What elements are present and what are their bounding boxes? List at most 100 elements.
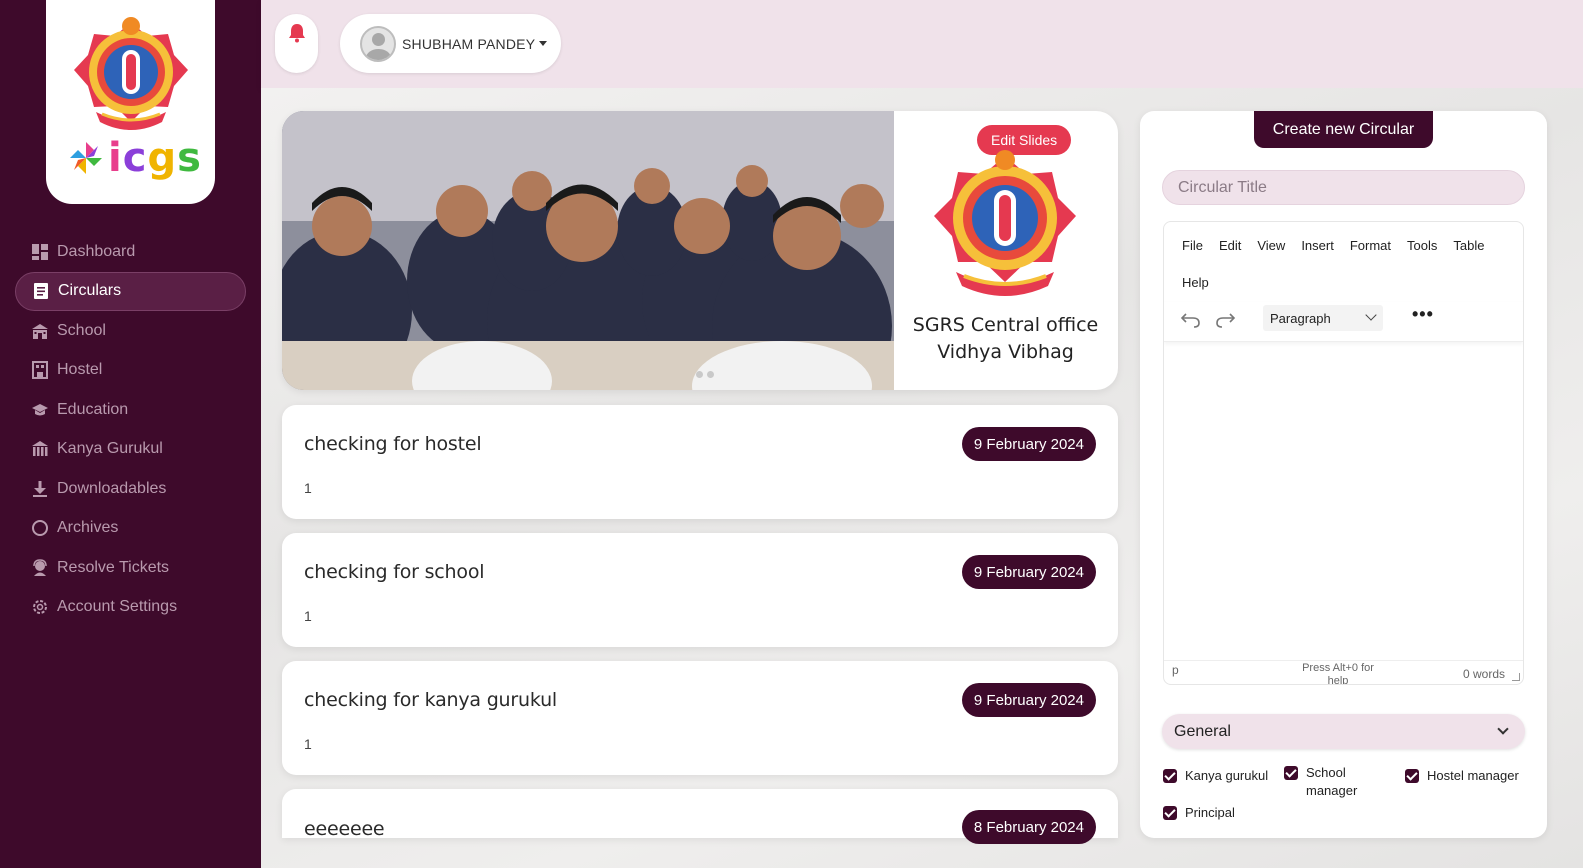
checkbox-label: School manager xyxy=(1306,765,1358,798)
gear-icon xyxy=(30,598,49,617)
sidebar-item-label: Circulars xyxy=(58,282,122,300)
user-name: SHUBHAM PANDEY xyxy=(402,35,536,52)
sidebar-item-label: Dashboard xyxy=(57,242,136,260)
circular-date-badge: 8 February 2024 xyxy=(961,810,1096,844)
circular-card[interactable]: checking for hostel 9 February 2024 1 xyxy=(282,405,1118,519)
sidebar-item-label: Archives xyxy=(57,519,119,537)
circular-card[interactable]: checking for kanya gurukul 9 February 20… xyxy=(282,661,1118,775)
circular-date-badge: 9 February 2024 xyxy=(961,683,1096,717)
notifications-button[interactable] xyxy=(275,14,318,73)
sidebar-item-dashboard[interactable]: Dashboard xyxy=(15,232,246,272)
circular-body: 1 xyxy=(304,736,312,752)
sidebar-item-hostel[interactable]: Hostel xyxy=(15,351,246,391)
sidebar: icgs Dashboard Circulars School Hostel E… xyxy=(0,0,261,868)
circular-card[interactable]: checking for school 9 February 2024 1 xyxy=(282,533,1118,647)
circular-title: checking for kanya gurukul xyxy=(304,689,557,711)
menu-format[interactable]: Format xyxy=(1342,234,1399,271)
undo-icon[interactable] xyxy=(1180,308,1202,330)
sidebar-item-label: Account Settings xyxy=(57,598,178,616)
resize-handle-icon[interactable] xyxy=(1512,673,1520,681)
sidebar-item-education[interactable]: Education xyxy=(15,390,246,430)
sidebar-item-label: Education xyxy=(57,400,129,418)
sidebar-item-label: Downloadables xyxy=(57,479,167,497)
rich-text-editor: File Edit View Insert Format Tools Table… xyxy=(1163,221,1524,685)
checkbox-checked-icon[interactable] xyxy=(1163,769,1177,783)
block-format-value: Paragraph xyxy=(1270,310,1331,326)
user-menu-button[interactable]: SHUBHAM PANDEY xyxy=(340,14,561,73)
institution-emblem-logo xyxy=(74,17,188,130)
logo-card: icgs xyxy=(46,0,215,204)
word-count[interactable]: 0 words xyxy=(1463,667,1505,681)
menu-table[interactable]: Table xyxy=(1445,234,1492,271)
sidebar-nav: Dashboard Circulars School Hostel Educat… xyxy=(15,232,246,627)
editor-statusbar: p Press Alt+0 for help 0 words xyxy=(1164,660,1523,684)
sidebar-item-label: Kanya Gurukul xyxy=(57,440,163,458)
menu-insert[interactable]: Insert xyxy=(1293,234,1342,271)
support-icon xyxy=(30,558,49,577)
slide-indicators[interactable] xyxy=(696,371,714,378)
redo-icon[interactable] xyxy=(1214,308,1236,330)
checkbox-label: Hostel manager xyxy=(1427,768,1519,783)
circular-card[interactable]: eeeeeee 8 February 2024 xyxy=(282,789,1118,844)
dashboard-icon xyxy=(30,242,49,261)
slide-dot[interactable] xyxy=(696,371,703,378)
audience-select-value: General xyxy=(1174,722,1231,740)
accessibility-help-hint: Press Alt+0 for help xyxy=(1302,662,1374,684)
checkbox-checked-icon[interactable] xyxy=(1284,766,1298,780)
sidebar-item-account-settings[interactable]: Account Settings xyxy=(15,588,246,628)
checkbox-checked-icon[interactable] xyxy=(1163,806,1177,820)
checkbox-label: Principal xyxy=(1185,805,1235,820)
school-icon xyxy=(30,321,49,340)
org-name-line1: SGRS Central office xyxy=(912,314,1099,336)
editor-content-area[interactable] xyxy=(1164,344,1523,660)
organization-name: SGRS Central office Vidhya Vibhag xyxy=(893,312,1118,366)
graduation-cap-icon xyxy=(30,400,49,419)
circular-title: eeeeeee xyxy=(304,818,385,840)
checkbox-principal[interactable]: Principal xyxy=(1163,804,1235,822)
menu-tools[interactable]: Tools xyxy=(1399,234,1445,271)
chevron-down-icon xyxy=(1497,723,1509,735)
circular-title: checking for school xyxy=(304,561,485,583)
sidebar-item-label: School xyxy=(57,321,106,339)
students-classroom-photo xyxy=(282,111,894,390)
banner-photo xyxy=(282,111,894,390)
sidebar-item-label: Resolve Tickets xyxy=(57,558,170,576)
sidebar-item-resolve-tickets[interactable]: Resolve Tickets xyxy=(15,548,246,588)
circular-date-badge: 9 February 2024 xyxy=(961,555,1096,589)
checkbox-school-manager[interactable]: School manager xyxy=(1284,764,1374,800)
sidebar-item-circulars[interactable]: Circulars xyxy=(15,271,246,311)
audience-select[interactable]: General xyxy=(1162,714,1525,749)
checkbox-label: Kanya gurukul xyxy=(1185,768,1269,783)
pinwheel-logo-icon xyxy=(70,142,102,174)
create-new-circular-button[interactable]: Create new Circular xyxy=(1254,111,1433,148)
building-icon xyxy=(30,440,49,459)
bell-icon xyxy=(288,24,305,43)
checkbox-hostel-manager[interactable]: Hostel manager xyxy=(1405,767,1519,785)
sidebar-item-label: Hostel xyxy=(57,361,103,379)
block-format-select[interactable]: Paragraph xyxy=(1263,305,1383,331)
editor-toolbar: Paragraph ••• xyxy=(1164,302,1523,342)
slide-dot[interactable] xyxy=(707,371,714,378)
circular-body: 1 xyxy=(304,608,312,624)
element-path[interactable]: p xyxy=(1172,663,1179,677)
circular-date-badge: 9 February 2024 xyxy=(961,427,1096,461)
circular-title-input[interactable] xyxy=(1162,170,1525,205)
more-options-icon[interactable]: ••• xyxy=(1412,304,1434,325)
brand-logo: icgs xyxy=(68,138,202,178)
chevron-down-icon xyxy=(1365,309,1377,321)
org-name-line2: Vidhya Vibhag xyxy=(937,341,1074,363)
document-icon xyxy=(31,282,50,301)
circular-body: 1 xyxy=(304,480,312,496)
hostel-icon xyxy=(30,361,49,380)
sidebar-item-kanya-gurukul[interactable]: Kanya Gurukul xyxy=(15,430,246,470)
menu-file[interactable]: File xyxy=(1174,234,1211,271)
checkbox-checked-icon[interactable] xyxy=(1405,769,1419,783)
menu-edit[interactable]: Edit xyxy=(1211,234,1249,271)
menu-view[interactable]: View xyxy=(1249,234,1293,271)
circle-icon xyxy=(30,519,49,538)
sidebar-item-school[interactable]: School xyxy=(15,311,246,351)
sidebar-item-archives[interactable]: Archives xyxy=(15,509,246,549)
checkbox-kanya-gurukul[interactable]: Kanya gurukul xyxy=(1163,767,1268,785)
circular-title: checking for hostel xyxy=(304,433,482,455)
sidebar-item-downloadables[interactable]: Downloadables xyxy=(15,469,246,509)
